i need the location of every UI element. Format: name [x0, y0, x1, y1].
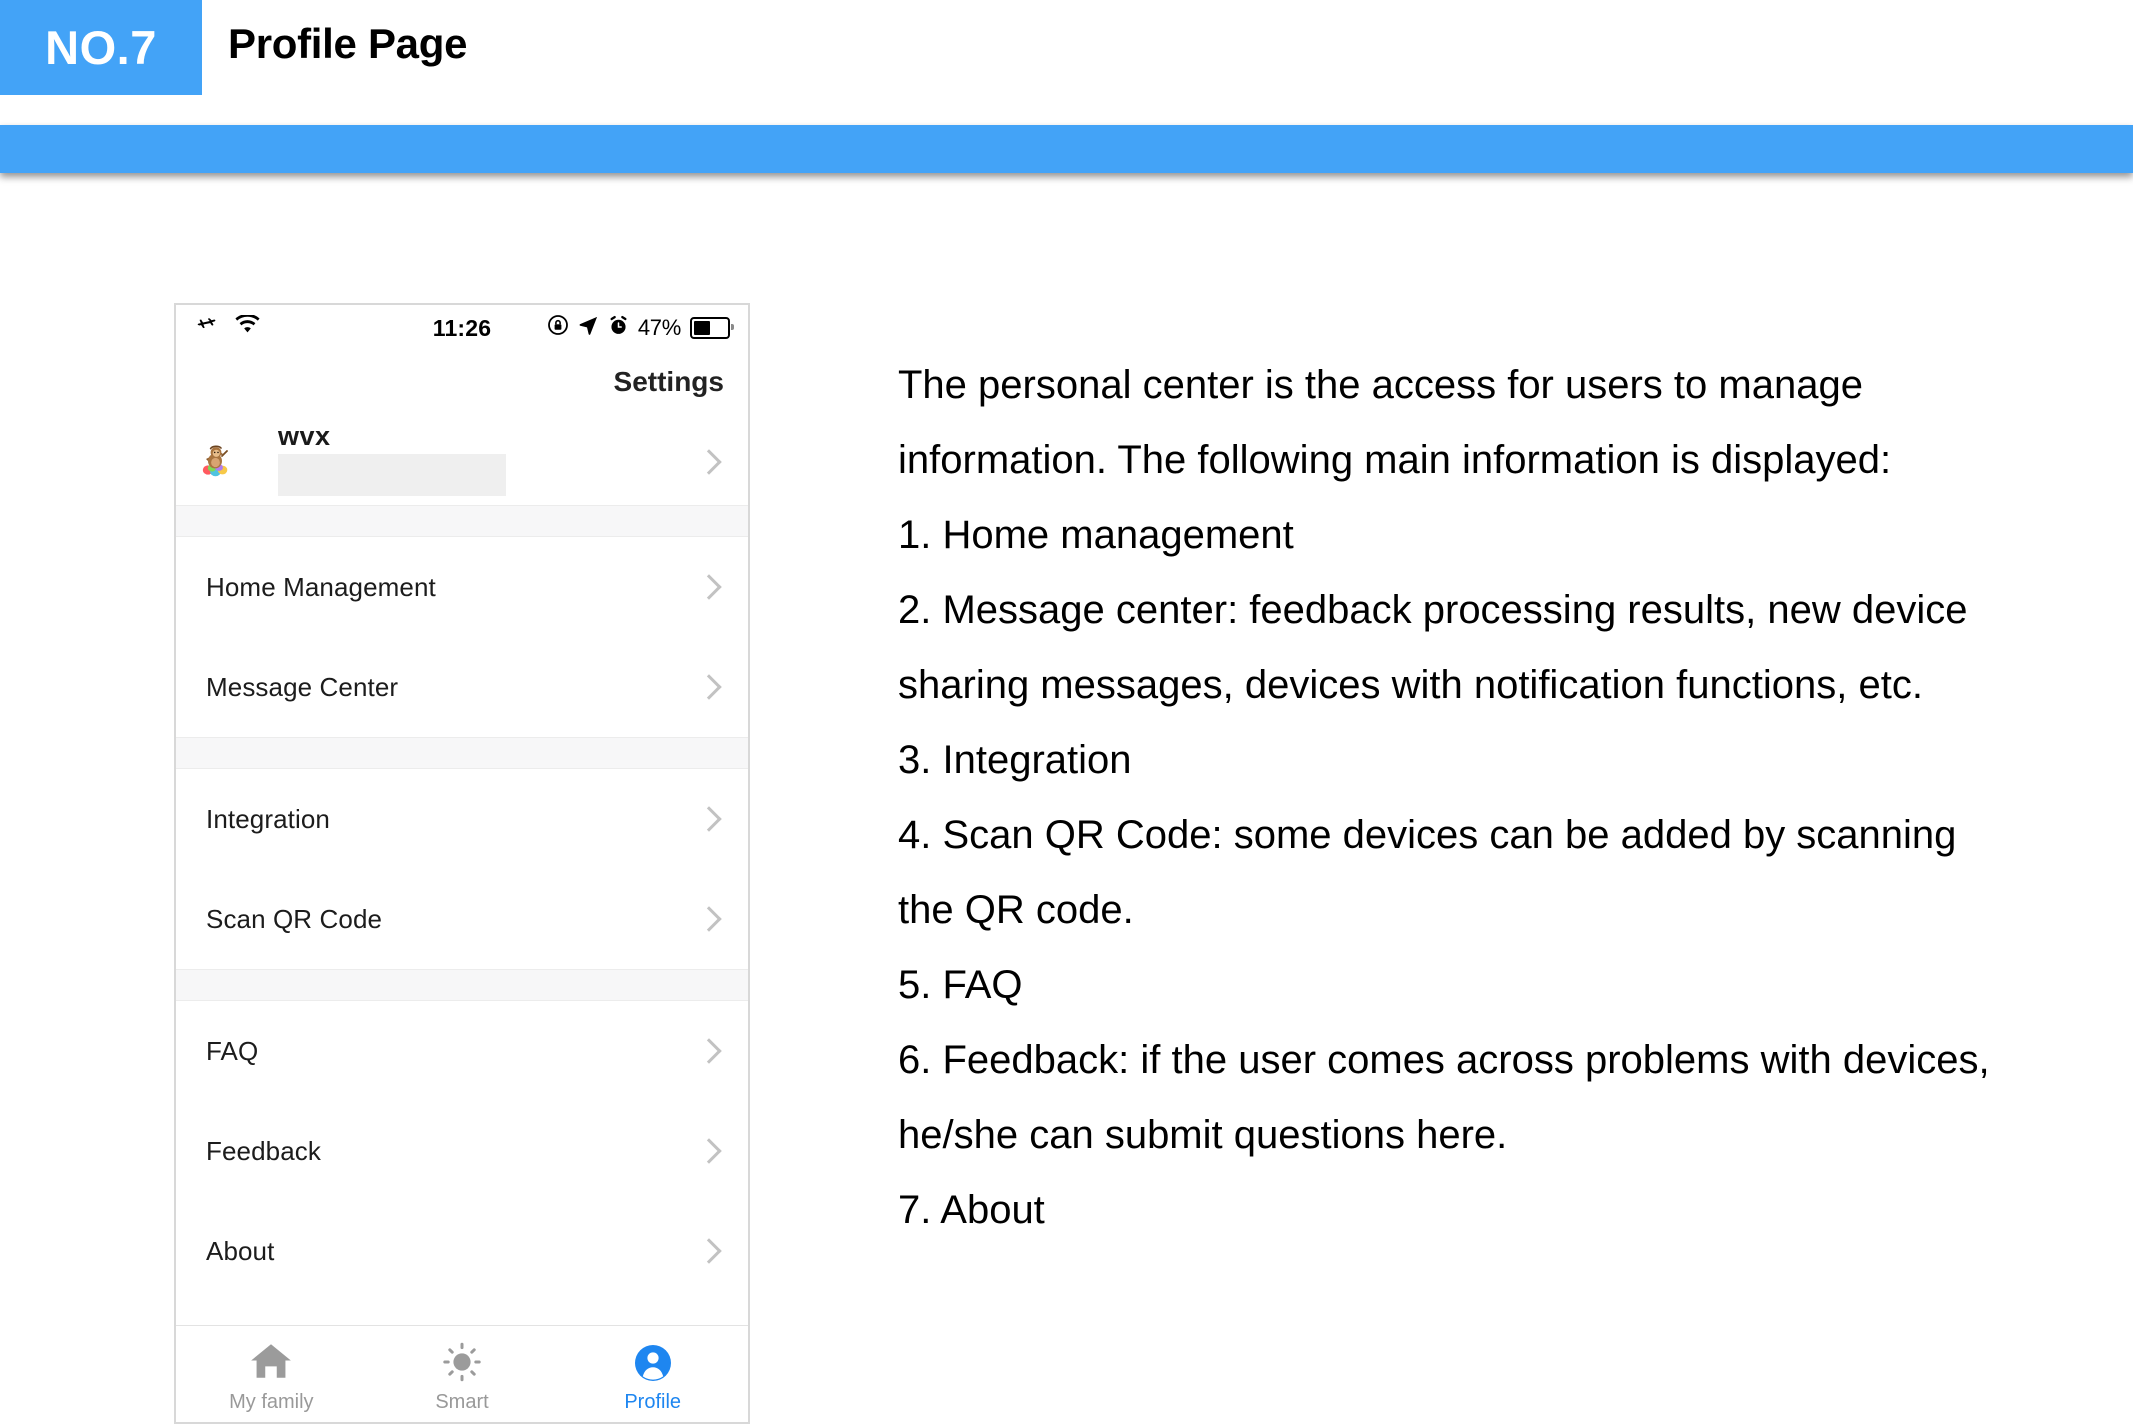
rotation-lock-icon [547, 314, 569, 342]
description-paragraph: 5. FAQ [898, 963, 1023, 1007]
menu-item-message-center[interactable]: Message Center [176, 637, 748, 737]
tab-my-family[interactable]: My family [176, 1326, 367, 1422]
chevron-right-icon [696, 674, 722, 700]
menu-item-faq[interactable]: FAQ [176, 1001, 748, 1101]
section-divider [176, 969, 748, 1001]
menu-item-label: Message Center [206, 671, 399, 702]
menu-item-label: Feedback [206, 1135, 321, 1166]
slide-header: NO.7 Profile Page [0, 0, 2133, 130]
person-icon [630, 1341, 676, 1385]
battery-icon [690, 317, 734, 339]
description-paragraph: 7. About [898, 1188, 1045, 1232]
tab-label: Profile [624, 1390, 682, 1413]
menu-item-label: Scan QR Code [206, 903, 383, 934]
settings-label: Settings [613, 366, 724, 397]
description-paragraph: 3. Integration [898, 738, 1132, 782]
description-paragraph: 2. Message center: feedback processing r… [898, 588, 1968, 707]
chevron-right-icon [696, 1238, 722, 1264]
battery-percent-label: 47% [637, 315, 681, 340]
bottom-tab-bar: My family Smart Profile [176, 1325, 748, 1422]
menu-item-scan-qr-code[interactable]: Scan QR Code [176, 869, 748, 969]
accent-divider-bar [0, 125, 2133, 173]
slide-number-badge: NO.7 [0, 0, 202, 95]
wifi-icon [234, 313, 261, 341]
tab-profile[interactable]: Profile [557, 1326, 748, 1422]
airplane-mode-icon [194, 314, 220, 342]
tab-label: Smart [435, 1390, 489, 1413]
menu-item-feedback[interactable]: Feedback [176, 1101, 748, 1201]
status-bar: 11:26 47% [176, 305, 748, 351]
menu-item-integration[interactable]: Integration [176, 769, 748, 869]
chevron-right-icon [696, 806, 722, 832]
profile-card-row[interactable]: wvx [176, 413, 748, 505]
description-paragraph: The personal center is the access for us… [898, 363, 1892, 482]
tab-label: My family [229, 1390, 314, 1413]
profile-info: wvx [278, 420, 724, 496]
phone-mockup: 11:26 47% Settings wvx Home Management M… [174, 303, 750, 1424]
menu-item-label: FAQ [206, 1035, 259, 1066]
chevron-right-icon [696, 1138, 722, 1164]
chevron-right-icon [696, 1038, 722, 1064]
tab-smart[interactable]: Smart [367, 1326, 558, 1422]
section-divider [176, 505, 748, 537]
description-paragraph: 4. Scan QR Code: some devices can be add… [898, 813, 1957, 932]
menu-item-home-management[interactable]: Home Management [176, 537, 748, 637]
description-paragraph: 6. Feedback: if the user comes across pr… [898, 1038, 1990, 1157]
slide-number-text: NO.7 [45, 21, 157, 74]
avatar [196, 439, 236, 479]
alarm-clock-icon [608, 315, 629, 342]
sun-icon [439, 1341, 485, 1385]
settings-link[interactable]: Settings [176, 351, 748, 413]
home-icon [248, 1341, 294, 1385]
description-paragraph: 1. Home management [898, 513, 1294, 557]
page-title: Profile Page [228, 20, 468, 67]
location-arrow-icon [578, 315, 599, 342]
menu-item-about[interactable]: About [176, 1201, 748, 1301]
description-panel: The personal center is the access for us… [898, 348, 2018, 1248]
chevron-right-icon [696, 574, 722, 600]
menu-item-label: Integration [206, 803, 330, 834]
menu-item-label: Home Management [206, 571, 436, 602]
chevron-right-icon [696, 906, 722, 932]
menu-item-label: About [206, 1235, 275, 1266]
profile-username: wvx [278, 420, 331, 451]
section-divider [176, 737, 748, 769]
redacted-account-field [278, 453, 506, 496]
